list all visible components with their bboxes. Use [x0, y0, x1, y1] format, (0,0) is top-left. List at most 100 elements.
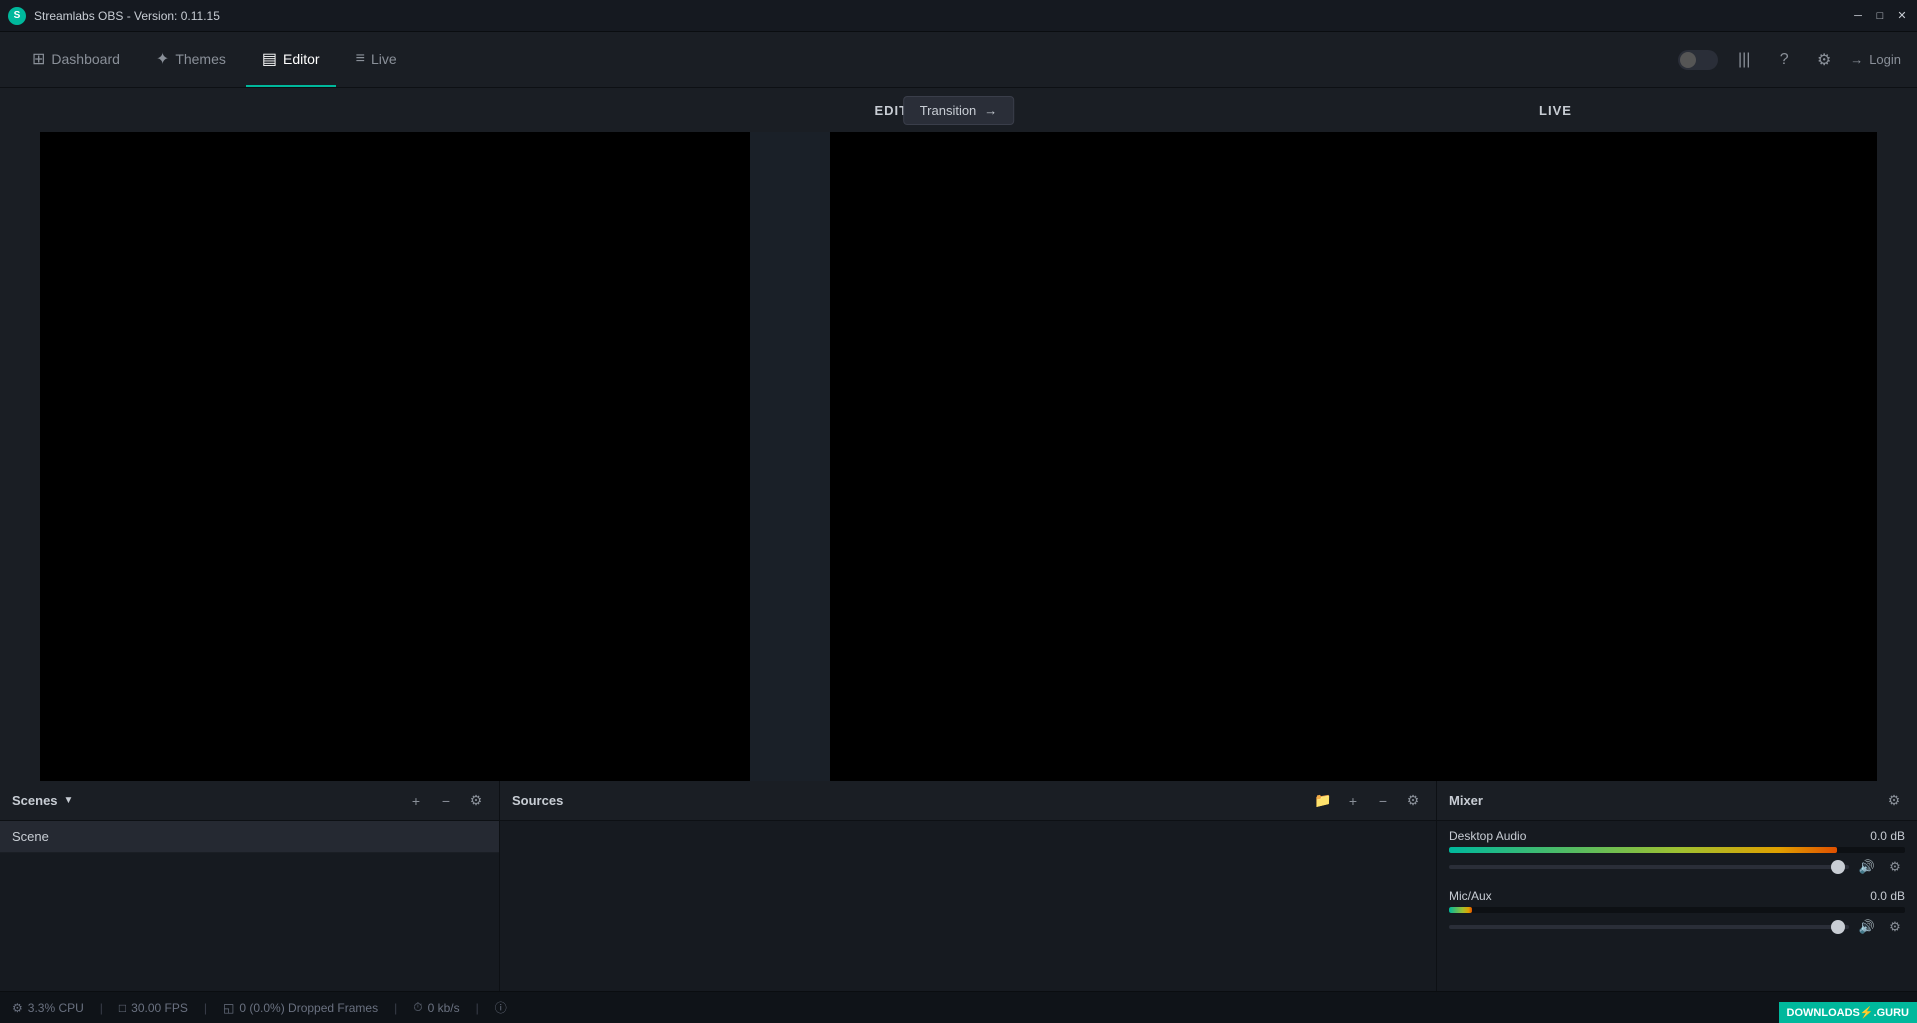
sources-actions: 📁 + − ⚙ [1312, 790, 1424, 812]
info-status[interactable]: ⓘ [495, 999, 507, 1016]
scenes-remove-button[interactable]: − [435, 790, 457, 812]
mixer-actions: ⚙ [1883, 790, 1905, 812]
desktop-audio-meter-fill [1449, 847, 1837, 853]
themes-icon: ✦ [156, 49, 169, 69]
desktop-audio-mute-button[interactable]: 🔊 [1857, 857, 1877, 877]
dropped-icon: ◱ [223, 1001, 234, 1015]
sources-remove-button[interactable]: − [1372, 790, 1394, 812]
app-title: Streamlabs OBS - Version: 0.11.15 [34, 9, 220, 23]
panels-section: Scenes ▼ + − ⚙ Scene Sources 📁 [0, 781, 1917, 991]
mixer-content: Desktop Audio 0.0 dB 🔊 ⚙ [1437, 821, 1917, 991]
live-icon: ≡ [356, 50, 365, 68]
status-divider-4: | [476, 1001, 479, 1015]
desktop-audio-thumb[interactable] [1831, 860, 1845, 874]
scenes-add-button[interactable]: + [405, 790, 427, 812]
bars-icon[interactable]: ||| [1730, 46, 1758, 74]
nav-item-themes[interactable]: ✦ Themes [140, 32, 242, 87]
maximize-button[interactable]: □ [1873, 9, 1887, 23]
sources-panel-header: Sources 📁 + − ⚙ [500, 781, 1436, 821]
mixer-channel-desktop-header: Desktop Audio 0.0 dB [1449, 829, 1905, 843]
login-icon: → [1850, 52, 1863, 67]
nav-item-live[interactable]: ≡ Live [340, 32, 413, 87]
desktop-audio-controls: 🔊 ⚙ [1449, 857, 1905, 877]
help-icon[interactable]: ? [1770, 46, 1798, 74]
scenes-panel-header: Scenes ▼ + − ⚙ [0, 781, 499, 821]
cpu-icon: ⚙ [12, 1001, 23, 1015]
mixer-title-label: Mixer [1449, 793, 1483, 808]
mic-aux-label: Mic/Aux [1449, 889, 1492, 903]
nav-item-editor[interactable]: ▤ Editor [246, 32, 336, 87]
scenes-title: Scenes ▼ [12, 793, 73, 808]
login-button[interactable]: → Login [1850, 52, 1901, 67]
scenes-title-label: Scenes [12, 793, 58, 808]
dropped-label: 0 (0.0%) Dropped Frames [239, 1001, 378, 1015]
desktop-audio-label: Desktop Audio [1449, 829, 1526, 843]
mixer-channel-mic: Mic/Aux 0.0 dB 🔊 ⚙ [1449, 889, 1905, 937]
mic-aux-mute-button[interactable]: 🔊 [1857, 917, 1877, 937]
sources-add-button[interactable]: + [1342, 790, 1364, 812]
cpu-status: ⚙ 3.3% CPU [12, 1001, 84, 1015]
title-bar: S Streamlabs OBS - Version: 0.11.15 ─ □ … [0, 0, 1917, 32]
mic-aux-thumb[interactable] [1831, 920, 1845, 934]
mixer-settings-button[interactable]: ⚙ [1883, 790, 1905, 812]
scenes-actions: + − ⚙ [405, 790, 487, 812]
transition-button[interactable]: Transition → [903, 96, 1015, 125]
mic-aux-meter-fill [1449, 907, 1472, 913]
scenes-panel: Scenes ▼ + − ⚙ Scene [0, 781, 500, 991]
nav-label-themes: Themes [175, 51, 226, 67]
mic-aux-db: 0.0 dB [1870, 889, 1905, 903]
close-button[interactable]: ✕ [1895, 9, 1909, 23]
title-bar-left: S Streamlabs OBS - Version: 0.11.15 [8, 7, 220, 25]
settings-icon[interactable]: ⚙ [1810, 46, 1838, 74]
mixer-channel-mic-header: Mic/Aux 0.0 dB [1449, 889, 1905, 903]
dropped-status: ◱ 0 (0.0%) Dropped Frames [223, 1001, 378, 1015]
transition-arrow-icon: → [984, 103, 997, 118]
sources-folder-button[interactable]: 📁 [1312, 790, 1334, 812]
info-icon: ⓘ [495, 999, 507, 1016]
fps-status: □ 30.00 FPS [119, 1001, 188, 1015]
preview-section: EDIT Transition → LIVE [0, 88, 1917, 781]
status-divider-2: | [204, 1001, 207, 1015]
preview-header: EDIT Transition → LIVE [0, 88, 1917, 132]
mixer-channel-desktop: Desktop Audio 0.0 dB 🔊 ⚙ [1449, 829, 1905, 877]
theme-toggle[interactable] [1678, 50, 1718, 70]
transition-label: Transition [920, 103, 977, 118]
editor-icon: ▤ [262, 49, 277, 69]
nav-right: ||| ? ⚙ → Login [1678, 46, 1901, 74]
desktop-audio-db: 0.0 dB [1870, 829, 1905, 843]
nav-bar: ⊞ Dashboard ✦ Themes ▤ Editor ≡ Live |||… [0, 32, 1917, 88]
nav-item-dashboard[interactable]: ⊞ Dashboard [16, 32, 136, 87]
nav-label-editor: Editor [283, 51, 320, 67]
sources-title-label: Sources [512, 793, 563, 808]
nav-left: ⊞ Dashboard ✦ Themes ▤ Editor ≡ Live [16, 32, 413, 87]
minimize-button[interactable]: ─ [1851, 9, 1865, 23]
desktop-audio-settings-button[interactable]: ⚙ [1885, 857, 1905, 877]
mic-aux-slider[interactable] [1449, 925, 1849, 929]
scene-item[interactable]: Scene [0, 821, 499, 853]
scenes-settings-button[interactable]: ⚙ [465, 790, 487, 812]
mixer-panel: Mixer ⚙ Desktop Audio 0.0 dB [1437, 781, 1917, 991]
sources-settings-button[interactable]: ⚙ [1402, 790, 1424, 812]
sources-title: Sources [512, 793, 563, 808]
login-label: Login [1869, 52, 1901, 67]
nav-label-dashboard: Dashboard [51, 51, 120, 67]
desktop-audio-slider[interactable] [1449, 865, 1849, 869]
bandwidth-label: 0 kb/s [428, 1001, 460, 1015]
preview-panels [0, 132, 1917, 781]
mixer-panel-header: Mixer ⚙ [1437, 781, 1917, 821]
status-bar: ⚙ 3.3% CPU | □ 30.00 FPS | ◱ 0 (0.0%) Dr… [0, 991, 1917, 1023]
desktop-audio-meter [1449, 847, 1905, 853]
preview-edit-panel [40, 132, 750, 781]
scenes-chevron-icon: ▼ [64, 795, 74, 806]
mic-aux-settings-button[interactable]: ⚙ [1885, 917, 1905, 937]
sources-panel: Sources 📁 + − ⚙ [500, 781, 1437, 991]
cpu-label: 3.3% CPU [28, 1001, 84, 1015]
preview-live-panel [830, 132, 1877, 781]
fps-label: 30.00 FPS [131, 1001, 188, 1015]
sources-list [500, 821, 1436, 991]
status-divider-1: | [100, 1001, 103, 1015]
status-divider-3: | [394, 1001, 397, 1015]
bandwidth-icon: ⏱ [413, 1000, 422, 1015]
watermark: DOWNLOADS⚡.GURU [1779, 1002, 1917, 1023]
mixer-title: Mixer [1449, 793, 1483, 808]
